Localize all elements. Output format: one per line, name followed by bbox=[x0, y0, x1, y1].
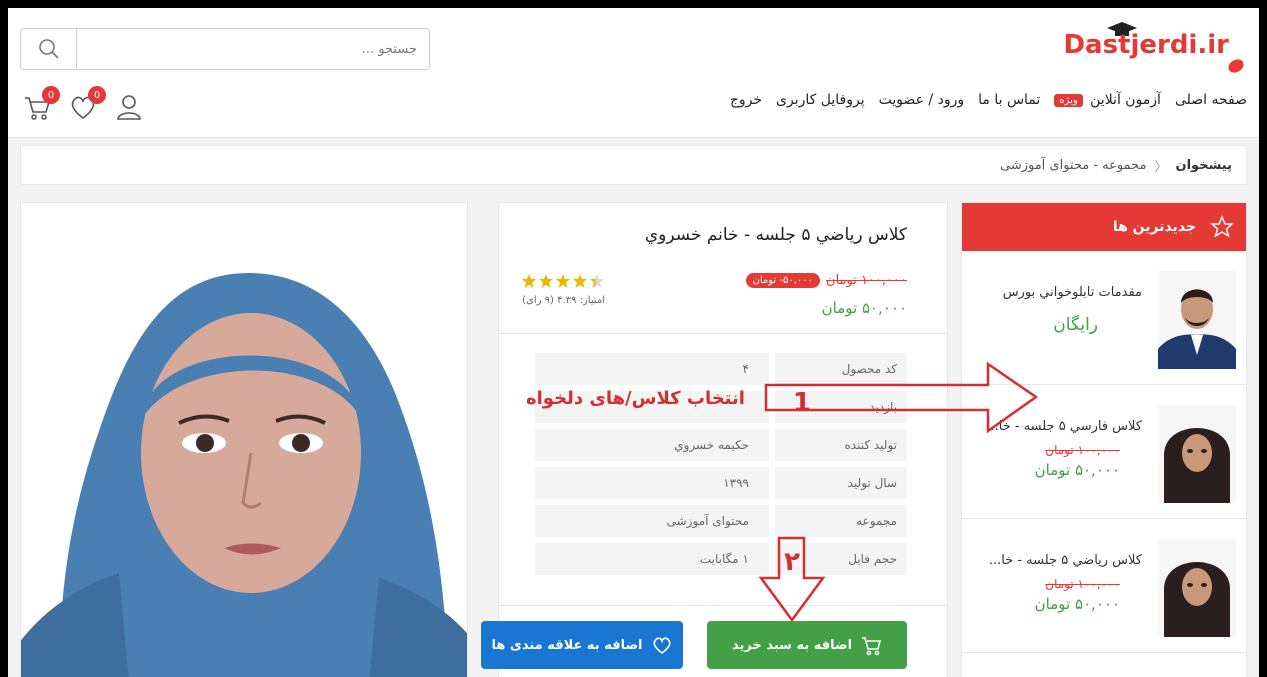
site-header: Dastjerdi.ir صفحه اصلی آزمون آنلاین ویژه… bbox=[8, 8, 1259, 138]
spec-value: ۴ bbox=[535, 353, 769, 385]
special-badge: ویژه bbox=[1054, 93, 1083, 107]
search-button[interactable] bbox=[21, 29, 77, 69]
spec-row: حجم فایل ۱ مگابایت bbox=[535, 543, 907, 575]
latest-products-sidebar: جدیدترین ها مقدمات تابلوخواني بورس رایگا… bbox=[961, 202, 1247, 677]
spec-key: بازدید bbox=[775, 391, 907, 423]
add-to-wishlist-button[interactable]: اضافه به علاقه مندی ها bbox=[481, 621, 683, 669]
nav-contact[interactable]: تماس با ما bbox=[978, 92, 1040, 108]
new-price: ۵۰,۰۰۰ تومان bbox=[821, 299, 907, 317]
rating-star-icon[interactable] bbox=[521, 273, 537, 289]
add-to-cart-button[interactable]: اضافه به سبد خرید bbox=[707, 621, 907, 669]
user-account-button[interactable] bbox=[114, 92, 146, 124]
free-label: رایگان bbox=[1053, 315, 1098, 335]
spec-key: حجم فایل bbox=[775, 543, 907, 575]
old-price: ۱۰۰,۰۰۰ تومان bbox=[1045, 577, 1120, 591]
breadcrumb-home[interactable]: پیشخوان bbox=[1176, 158, 1233, 173]
spec-value: حکیمه خسروي bbox=[535, 429, 769, 461]
divider bbox=[499, 605, 947, 606]
rating-star-icon[interactable] bbox=[538, 273, 554, 289]
breadcrumb: پیشخوان 〈 مجموعه - محتوای آموزشی bbox=[20, 145, 1247, 185]
spec-row: سال تولید ۱۳۹۹ bbox=[535, 467, 907, 499]
spec-key: سال تولید bbox=[775, 467, 907, 499]
old-price: ۱۰۰,۰۰۰ تومان bbox=[826, 273, 907, 288]
wishlist-button[interactable]: 0 bbox=[68, 86, 106, 124]
search-input[interactable] bbox=[77, 29, 429, 69]
search-box bbox=[20, 28, 430, 70]
sidebar-item-title[interactable]: کلاس فارسي ۵ جلسه - خا... bbox=[986, 419, 1142, 434]
old-price: ۱۰۰,۰۰۰ تومان bbox=[1045, 443, 1120, 457]
spec-value: ۱ مگابایت bbox=[535, 543, 769, 575]
breadcrumb-current[interactable]: مجموعه - محتوای آموزشی bbox=[1000, 158, 1146, 173]
product-title: کلاس رياضي ۵ جلسه - خانم خسروي bbox=[644, 225, 907, 245]
spec-value: محتوای آموزشی bbox=[535, 505, 769, 537]
nav-online-exam[interactable]: آزمون آنلاین ویژه bbox=[1054, 92, 1161, 108]
price-row: ۱۰۰,۰۰۰ تومان ۵۰,۰۰۰- تومان bbox=[745, 273, 907, 288]
spec-key: کد محصول bbox=[775, 353, 907, 385]
sidebar-item-title[interactable]: کلاس رياضي ۵ جلسه - خا... bbox=[989, 553, 1142, 568]
header-icons: 0 0 bbox=[22, 86, 146, 124]
product-thumbnail[interactable] bbox=[1158, 539, 1236, 637]
sidebar-item[interactable]: کلاس رياضي ۵ جلسه - خا... ۱۰۰,۰۰۰ تومان … bbox=[962, 519, 1246, 653]
sidebar-item[interactable]: کلاس فارسي ۵ جلسه - خا... ۱۰۰,۰۰۰ تومان … bbox=[962, 385, 1246, 519]
nav-logout[interactable]: خروج bbox=[730, 92, 762, 108]
nav-login[interactable]: ورود / عضویت bbox=[879, 92, 965, 108]
main-nav: صفحه اصلی آزمون آنلاین ویژه تماس با ما و… bbox=[730, 92, 1247, 108]
cart-button[interactable]: 0 bbox=[22, 86, 60, 124]
cart-icon bbox=[862, 637, 882, 656]
product-image[interactable] bbox=[20, 202, 468, 677]
browser-viewport: Dastjerdi.ir صفحه اصلی آزمون آنلاین ویژه… bbox=[8, 8, 1259, 677]
sidebar-item[interactable]: مقدمات تابلوخواني بورس رایگان bbox=[962, 251, 1246, 385]
product-info-panel: کلاس رياضي ۵ جلسه - خانم خسروي ۱۰۰,۰۰۰ ت… bbox=[481, 202, 948, 677]
nav-home[interactable]: صفحه اصلی bbox=[1175, 92, 1247, 108]
spec-value: ۱۳۹۹ bbox=[535, 467, 769, 499]
heart-icon bbox=[653, 637, 670, 655]
annotation-label-step1: انتخاب کلاس/های دلخواه bbox=[526, 388, 745, 409]
chevron-left-icon: 〈 bbox=[1154, 159, 1168, 175]
cart-count-badge: 0 bbox=[42, 86, 60, 104]
nav-profile[interactable]: پروفایل کاربری bbox=[776, 92, 865, 108]
rating-star-icon[interactable] bbox=[572, 273, 588, 289]
rating-star-icon[interactable] bbox=[589, 273, 605, 289]
new-price: ۵۰,۰۰۰ تومان bbox=[1034, 461, 1120, 479]
spec-row: مجموعه محتوای آموزشی bbox=[535, 505, 907, 537]
spec-key: مجموعه bbox=[775, 505, 907, 537]
new-price: ۵۰,۰۰۰ تومان bbox=[1034, 595, 1120, 613]
site-logo[interactable]: Dastjerdi.ir bbox=[1063, 22, 1247, 78]
search-icon bbox=[38, 39, 59, 59]
sidebar-header: جدیدترین ها bbox=[962, 203, 1246, 251]
product-rating[interactable]: امتیاز: ۴.۳۹ (۹ رای) bbox=[521, 273, 605, 306]
wishlist-count-badge: 0 bbox=[88, 86, 106, 104]
spec-row: تولید کننده حکیمه خسروي bbox=[535, 429, 907, 461]
spec-row: کد محصول ۴ bbox=[535, 353, 907, 385]
user-icon bbox=[117, 95, 141, 120]
nav-online-exam-label: آزمون آنلاین bbox=[1090, 92, 1161, 108]
discount-badge: ۵۰,۰۰۰- تومان bbox=[745, 273, 821, 288]
logo-text: Dastjerdi.ir bbox=[1063, 30, 1229, 60]
product-thumbnail[interactable] bbox=[1158, 271, 1236, 369]
sidebar-title: جدیدترین ها bbox=[1112, 219, 1196, 235]
divider bbox=[499, 333, 947, 334]
rating-text: امتیاز: ۴.۳۹ (۹ رای) bbox=[522, 295, 605, 306]
rating-star-icon[interactable] bbox=[555, 273, 571, 289]
sidebar-item-title[interactable]: مقدمات تابلوخواني بورس bbox=[1003, 285, 1142, 300]
star-icon bbox=[1206, 211, 1238, 243]
add-to-wishlist-label: اضافه به علاقه مندی ها bbox=[491, 637, 643, 653]
spec-key: تولید کننده bbox=[775, 429, 907, 461]
rating-stars[interactable] bbox=[521, 273, 605, 289]
mouse-icon bbox=[1228, 59, 1244, 73]
product-thumbnail[interactable] bbox=[1158, 405, 1236, 503]
add-to-cart-label: اضافه به سبد خرید bbox=[731, 637, 853, 653]
